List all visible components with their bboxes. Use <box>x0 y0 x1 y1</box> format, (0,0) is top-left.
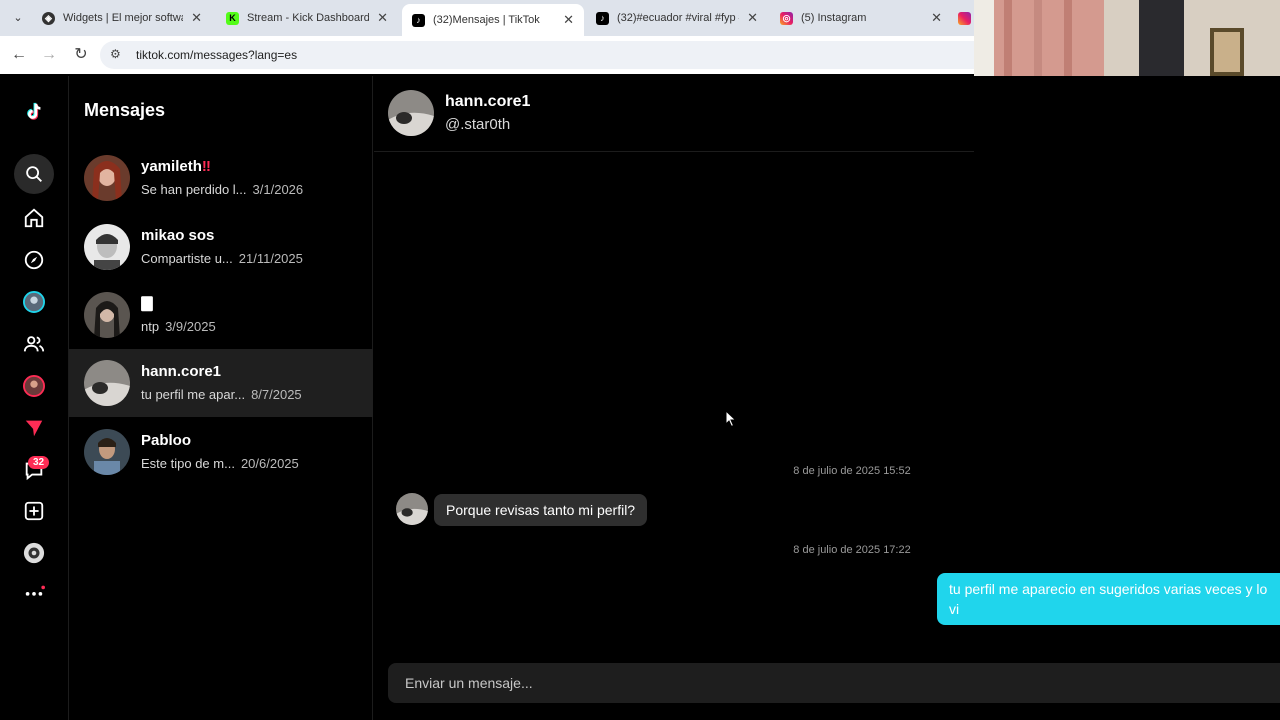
conversation-date: 20/6/2025 <box>240 456 299 471</box>
tab-search-chevron-icon[interactable]: ⌄ <box>8 9 28 27</box>
conversation-preview: Se han perdido l... <box>141 182 247 197</box>
chat-handle: @.star0th <box>445 116 511 133</box>
site-settings-icon[interactable]: ⚙ <box>110 47 121 61</box>
conversation-date: 3/9/2025 <box>165 319 216 334</box>
chat-panel: hann.core1 @.star0th 8 de julio de 2025 … <box>374 76 1280 720</box>
conversation-list-panel: Mensajes yamileth‼ Se han perdido l... 3/… <box>69 76 373 720</box>
browser-tab-kick[interactable]: K Stream - Kick Dashboard ✕ <box>216 4 398 32</box>
mouse-cursor-icon <box>725 410 737 428</box>
incoming-message[interactable]: Porque revisas tanto mi perfil? <box>434 494 648 526</box>
conversation-name: mikao sos <box>141 227 215 244</box>
browser-tab-overflow[interactable] <box>954 4 974 32</box>
more-icon[interactable] <box>20 578 48 606</box>
forward-arrow-icon[interactable]: → <box>38 44 60 66</box>
conversation-preview: ntp <box>141 319 160 334</box>
conversation-preview: Compartiste u... <box>141 251 233 266</box>
conversation-name: Pabloo <box>141 432 192 449</box>
chat-header: hann.core1 @.star0th <box>374 76 974 152</box>
browser-address-bar: ← → ↻ ⚙ tiktok.com/messages?lang=es <box>0 36 974 74</box>
home-icon[interactable] <box>20 204 48 232</box>
sender-avatar[interactable] <box>396 493 428 525</box>
upload-icon[interactable] <box>20 497 48 525</box>
conversation-item-yamileth[interactable]: yamileth‼ Se han perdido l... 3/1/2026 <box>69 144 373 212</box>
profile-avatar[interactable] <box>20 539 48 567</box>
message-composer <box>388 663 1280 703</box>
tiktok-page: 32 Mensajes yamileth‼ Se han perdido l..… <box>0 76 1280 720</box>
url-field[interactable]: ⚙ tiktok.com/messages?lang=es <box>100 41 974 69</box>
following-avatar[interactable] <box>20 288 48 316</box>
message-input[interactable] <box>388 663 1280 703</box>
avatar <box>84 155 130 201</box>
close-icon[interactable]: ✕ <box>377 10 388 26</box>
chat-avatar[interactable] <box>388 90 434 136</box>
tiktok-icon: ♪ <box>412 13 425 27</box>
avatar <box>84 360 130 406</box>
avatar <box>84 224 130 270</box>
widgets-icon: ◈ <box>42 11 55 25</box>
reload-icon[interactable]: ↻ <box>70 44 92 66</box>
browser-tab-instagram[interactable]: ◎ (5) Instagram ✕ <box>770 4 952 32</box>
conversation-name: hann.core1 <box>141 363 222 380</box>
tiktok-logo-icon[interactable] <box>20 98 48 126</box>
messages-badge: 32 <box>28 456 50 469</box>
live-avatar[interactable] <box>20 372 48 400</box>
close-icon[interactable]: ✕ <box>747 10 758 26</box>
close-icon[interactable]: ✕ <box>563 12 574 28</box>
friends-icon[interactable] <box>20 330 48 358</box>
avatar <box>84 429 130 475</box>
conversation-item-hann-core1[interactable]: hann.core1 tu perfil me apar... 8/7/2025 <box>69 349 373 417</box>
conversation-date: 3/1/2026 <box>252 182 304 197</box>
conversation-name: yamileth <box>141 158 202 175</box>
message-timestamp: 8 de julio de 2025 15:52 <box>793 465 911 477</box>
send-icon[interactable] <box>20 414 48 442</box>
conversation-item-pabloo[interactable]: Pabloo Este tipo de m... 20/6/2025 <box>69 418 373 486</box>
instagram-icon: ◎ <box>780 11 793 25</box>
left-navigation: 32 <box>0 76 69 720</box>
search-icon[interactable] <box>14 154 54 194</box>
browser-tab-widgets[interactable]: ◈ Widgets | El mejor software ✕ <box>32 4 212 32</box>
back-arrow-icon[interactable]: ← <box>8 44 30 66</box>
explore-icon[interactable] <box>20 246 48 274</box>
avatar <box>84 292 130 338</box>
close-icon[interactable]: ✕ <box>191 10 202 26</box>
conversation-preview: Este tipo de m... <box>141 456 235 471</box>
tiktok-icon: ♪ <box>596 11 609 25</box>
chat-username[interactable]: hann.core1 <box>445 93 530 111</box>
kick-icon: K <box>226 11 239 25</box>
conversation-item-unnamed[interactable]: 🀫 ntp 3/9/2025 <box>69 281 373 349</box>
conversation-emoji: ‼ <box>201 158 211 175</box>
messages-title: Mensajes <box>84 100 166 120</box>
conversation-name: 🀫 <box>141 295 153 312</box>
message-timestamp: 8 de julio de 2025 17:22 <box>793 544 911 556</box>
browser-tab-tiktok-messages[interactable]: ♪ (32)Mensajes | TikTok ✕ <box>402 4 584 36</box>
conversation-date: 8/7/2025 <box>251 387 302 402</box>
conversation-date: 21/11/2025 <box>238 251 303 266</box>
conversation-preview: tu perfil me apar... <box>141 387 246 402</box>
instagram-icon <box>958 11 971 25</box>
browser-tab-tiktok-video[interactable]: ♪ (32)#ecuador #viral #fyp # ✕ <box>586 4 768 32</box>
outgoing-message[interactable]: tu perfil me aparecio en sugeridos varia… <box>937 573 1280 625</box>
close-icon[interactable]: ✕ <box>931 10 942 26</box>
conversation-item-mikao-sos[interactable]: mikao sos Compartiste u... 21/11/2025 <box>69 213 373 281</box>
